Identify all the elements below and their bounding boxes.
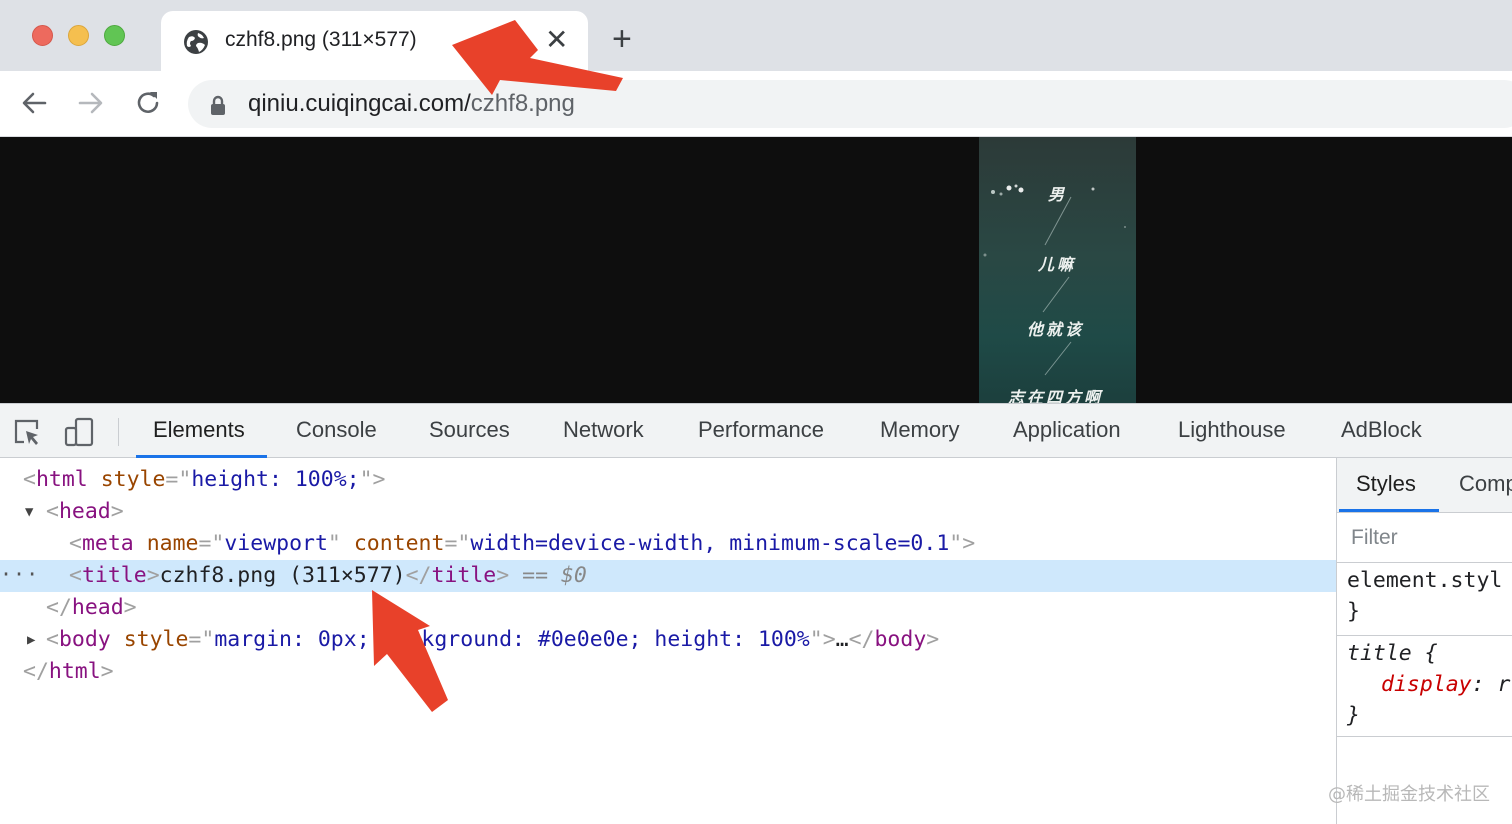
page-viewport: 男 儿嘛 他就该 志在四方啊 — [0, 137, 1512, 403]
tab-performance[interactable]: Performance — [698, 417, 824, 443]
tag-name: body — [58, 627, 111, 652]
image-caption-line: 志在四方啊 — [1008, 388, 1104, 403]
divider — [1337, 635, 1512, 636]
tab-elements[interactable]: Elements — [153, 417, 245, 443]
tag-name: title — [431, 563, 497, 588]
forward-arrow-icon[interactable] — [76, 88, 106, 118]
divider — [1337, 562, 1512, 563]
tab-sources[interactable]: Sources — [429, 417, 510, 443]
rule-close-brace: } — [1347, 703, 1360, 728]
console-ref-marker: == $0 — [522, 563, 587, 588]
active-tab-indicator — [1339, 509, 1439, 512]
css-property-value[interactable]: : r — [1472, 672, 1511, 697]
devtools-tab-bar: Elements Console Sources Network Perform… — [0, 403, 1512, 458]
divider — [1337, 736, 1512, 737]
expand-triangle-icon[interactable]: ▶ — [27, 624, 35, 656]
attr-value: height: 100%; — [191, 467, 360, 492]
watermark: @稀土掘金技术社区 — [1328, 784, 1490, 805]
image-caption-line: 男 — [1048, 185, 1068, 204]
dom-node-html-close[interactable]: </html> — [0, 656, 1336, 688]
lock-icon[interactable] — [208, 94, 228, 116]
close-tab-icon[interactable]: ✕ — [545, 25, 568, 55]
attr-name: content — [353, 531, 445, 556]
back-arrow-icon[interactable] — [19, 88, 49, 118]
rule-close-brace: } — [1347, 599, 1360, 624]
attr-value: margin: 0px; background: #0e0e0e; height… — [214, 627, 810, 652]
tab-network[interactable]: Network — [563, 417, 644, 443]
displayed-image: 男 儿嘛 他就该 志在四方啊 — [979, 137, 1136, 403]
attr-value: width=device-width, minimum-scale=0.1 — [470, 531, 950, 556]
tab-memory[interactable]: Memory — [880, 417, 959, 443]
css-property-name[interactable]: display — [1381, 672, 1472, 697]
node-actions-icon[interactable]: ··· — [0, 558, 39, 590]
browser-tab[interactable]: czhf8.png (311×577) ✕ — [161, 11, 588, 71]
tab-adblock[interactable]: AdBlock — [1341, 417, 1422, 443]
collapse-triangle-icon[interactable]: ▼ — [25, 496, 33, 528]
image-caption-line: 他就该 — [1027, 320, 1085, 339]
tab-strip: czhf8.png (311×577) ✕ + — [0, 0, 1512, 71]
tag-name: head — [58, 499, 111, 524]
attr-name: style — [100, 467, 166, 492]
zoom-window-button[interactable] — [104, 25, 125, 46]
globe-icon — [184, 30, 208, 54]
tag-name: html — [48, 659, 101, 684]
dom-node-body[interactable]: ▶ <body style="margin: 0px; background: … — [0, 624, 1336, 656]
attr-value: viewport — [224, 531, 328, 556]
new-tab-button[interactable]: + — [612, 22, 632, 56]
tag-name: meta — [81, 531, 134, 556]
styles-pane: Styles Comp Filter element.styl } title … — [1336, 458, 1512, 824]
elements-tree: <html style="height: 100%;"> ▼ <head> <m… — [0, 458, 1336, 824]
collapsed-ellipsis[interactable]: … — [836, 627, 849, 652]
element-style-selector[interactable]: element.styl — [1347, 568, 1502, 593]
tab-application[interactable]: Application — [1013, 417, 1121, 443]
tag-name: title — [81, 563, 147, 588]
tag-name: body — [874, 627, 927, 652]
styles-tab-bar: Styles Comp — [1337, 458, 1512, 513]
tab-console[interactable]: Console — [296, 417, 377, 443]
dom-node-meta[interactable]: <meta name="viewport" content="width=dev… — [0, 528, 1336, 560]
url-host: qiniu.cuiqingcai.com/ — [248, 90, 471, 117]
url-text[interactable]: qiniu.cuiqingcai.com/czhf8.png — [248, 90, 575, 118]
tag-name: html — [35, 467, 88, 492]
dom-node-html[interactable]: <html style="height: 100%;"> — [0, 464, 1336, 496]
device-toolbar-icon[interactable] — [63, 416, 95, 448]
tab-styles[interactable]: Styles — [1356, 471, 1416, 497]
address-bar[interactable]: qiniu.cuiqingcai.com/czhf8.png — [188, 80, 1512, 128]
minimize-window-button[interactable] — [68, 25, 89, 46]
tag-name: head — [71, 595, 124, 620]
title-text: czhf8.png (311×577) — [159, 563, 406, 588]
inspect-element-icon[interactable] — [11, 416, 43, 448]
attr-name: style — [123, 627, 189, 652]
dom-node-head[interactable]: ▼ <head> — [0, 496, 1336, 528]
dom-node-head-close[interactable]: </head> — [0, 592, 1336, 624]
browser-toolbar: qiniu.cuiqingcai.com/czhf8.png — [0, 71, 1512, 137]
tab-computed[interactable]: Comp — [1459, 471, 1512, 497]
tab-lighthouse[interactable]: Lighthouse — [1178, 417, 1286, 443]
toolbar-separator — [118, 418, 119, 446]
dom-node-title-selected[interactable]: ··· <title>czhf8.png (311×577)</title> =… — [0, 560, 1336, 592]
image-caption-line: 儿嘛 — [1038, 255, 1077, 274]
tab-title: czhf8.png (311×577) — [225, 28, 417, 51]
attr-name: name — [146, 531, 199, 556]
styles-filter-input[interactable]: Filter — [1351, 526, 1398, 550]
reload-icon[interactable] — [133, 88, 163, 118]
url-path: czhf8.png — [470, 90, 575, 117]
close-window-button[interactable] — [32, 25, 53, 46]
title-rule-selector[interactable]: title { — [1347, 641, 1438, 666]
devtools-panel: Elements Console Sources Network Perform… — [0, 403, 1512, 824]
